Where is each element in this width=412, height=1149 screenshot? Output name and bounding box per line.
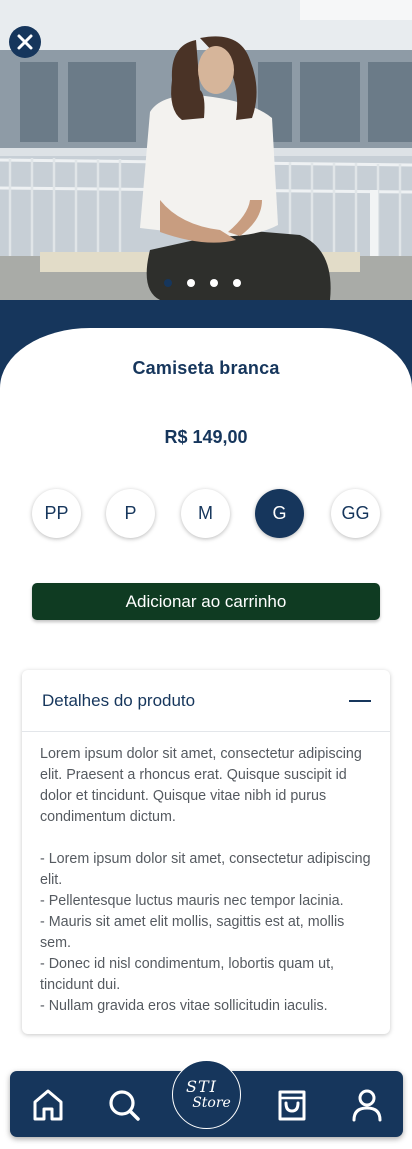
product-photo[interactable]: [0, 0, 412, 300]
details-bullet: - Pellentesque luctus mauris nec tempor …: [40, 893, 344, 909]
logo-line-1: STI: [186, 1076, 217, 1096]
size-option-gg[interactable]: GG: [331, 489, 380, 538]
size-selector: PP P M G GG: [32, 489, 380, 539]
add-to-cart-button[interactable]: Adicionar ao carrinho: [32, 583, 380, 620]
product-image: [0, 0, 412, 300]
carousel-dot-3[interactable]: [210, 279, 218, 287]
search-icon: [109, 1090, 140, 1121]
nav-search[interactable]: [106, 1087, 142, 1123]
details-bullet: - Mauris sit amet elit mollis, sagittis …: [40, 914, 345, 951]
logo-line-2: Store: [192, 1094, 231, 1111]
details-title: Detalhes do produto: [42, 690, 196, 710]
details-paragraph: Lorem ipsum dolor sit amet, consectetur …: [40, 746, 362, 825]
details-bullet: - Nullam gravida eros vitae sollicitudin…: [40, 998, 328, 1014]
product-details-accordion: Detalhes do produto Lorem ipsum dolor si…: [22, 670, 390, 1034]
nav-home[interactable]: [30, 1087, 66, 1123]
home-icon: [33, 1089, 63, 1121]
collapse-icon[interactable]: [349, 699, 371, 702]
product-price: R$ 149,00: [164, 427, 248, 447]
carousel-dot-1[interactable]: [164, 279, 172, 287]
carousel-dot-4[interactable]: [233, 279, 241, 287]
size-option-pp[interactable]: PP: [32, 489, 81, 538]
close-icon: [17, 34, 33, 50]
size-option-p[interactable]: P: [106, 489, 155, 538]
details-bullet: - Lorem ipsum dolor sit amet, consectetu…: [40, 851, 371, 888]
size-option-m[interactable]: M: [181, 489, 230, 538]
nav-bag[interactable]: [274, 1087, 310, 1123]
product-title: Camiseta branca: [132, 358, 280, 378]
bag-icon: [278, 1090, 306, 1121]
details-header[interactable]: Detalhes do produto: [22, 670, 390, 732]
carousel-dot-2[interactable]: [187, 279, 195, 287]
close-button[interactable]: [9, 26, 41, 58]
store-logo-button[interactable]: STI Store: [172, 1060, 241, 1129]
size-option-g[interactable]: G: [255, 489, 304, 538]
details-bullet: - Donec id nisl condimentum, lobortis qu…: [40, 956, 335, 993]
carousel-indicators: [164, 279, 241, 287]
details-body: Lorem ipsum dolor sit amet, consectetur …: [22, 732, 390, 1017]
user-icon: [352, 1089, 382, 1122]
nav-profile[interactable]: [349, 1087, 385, 1123]
